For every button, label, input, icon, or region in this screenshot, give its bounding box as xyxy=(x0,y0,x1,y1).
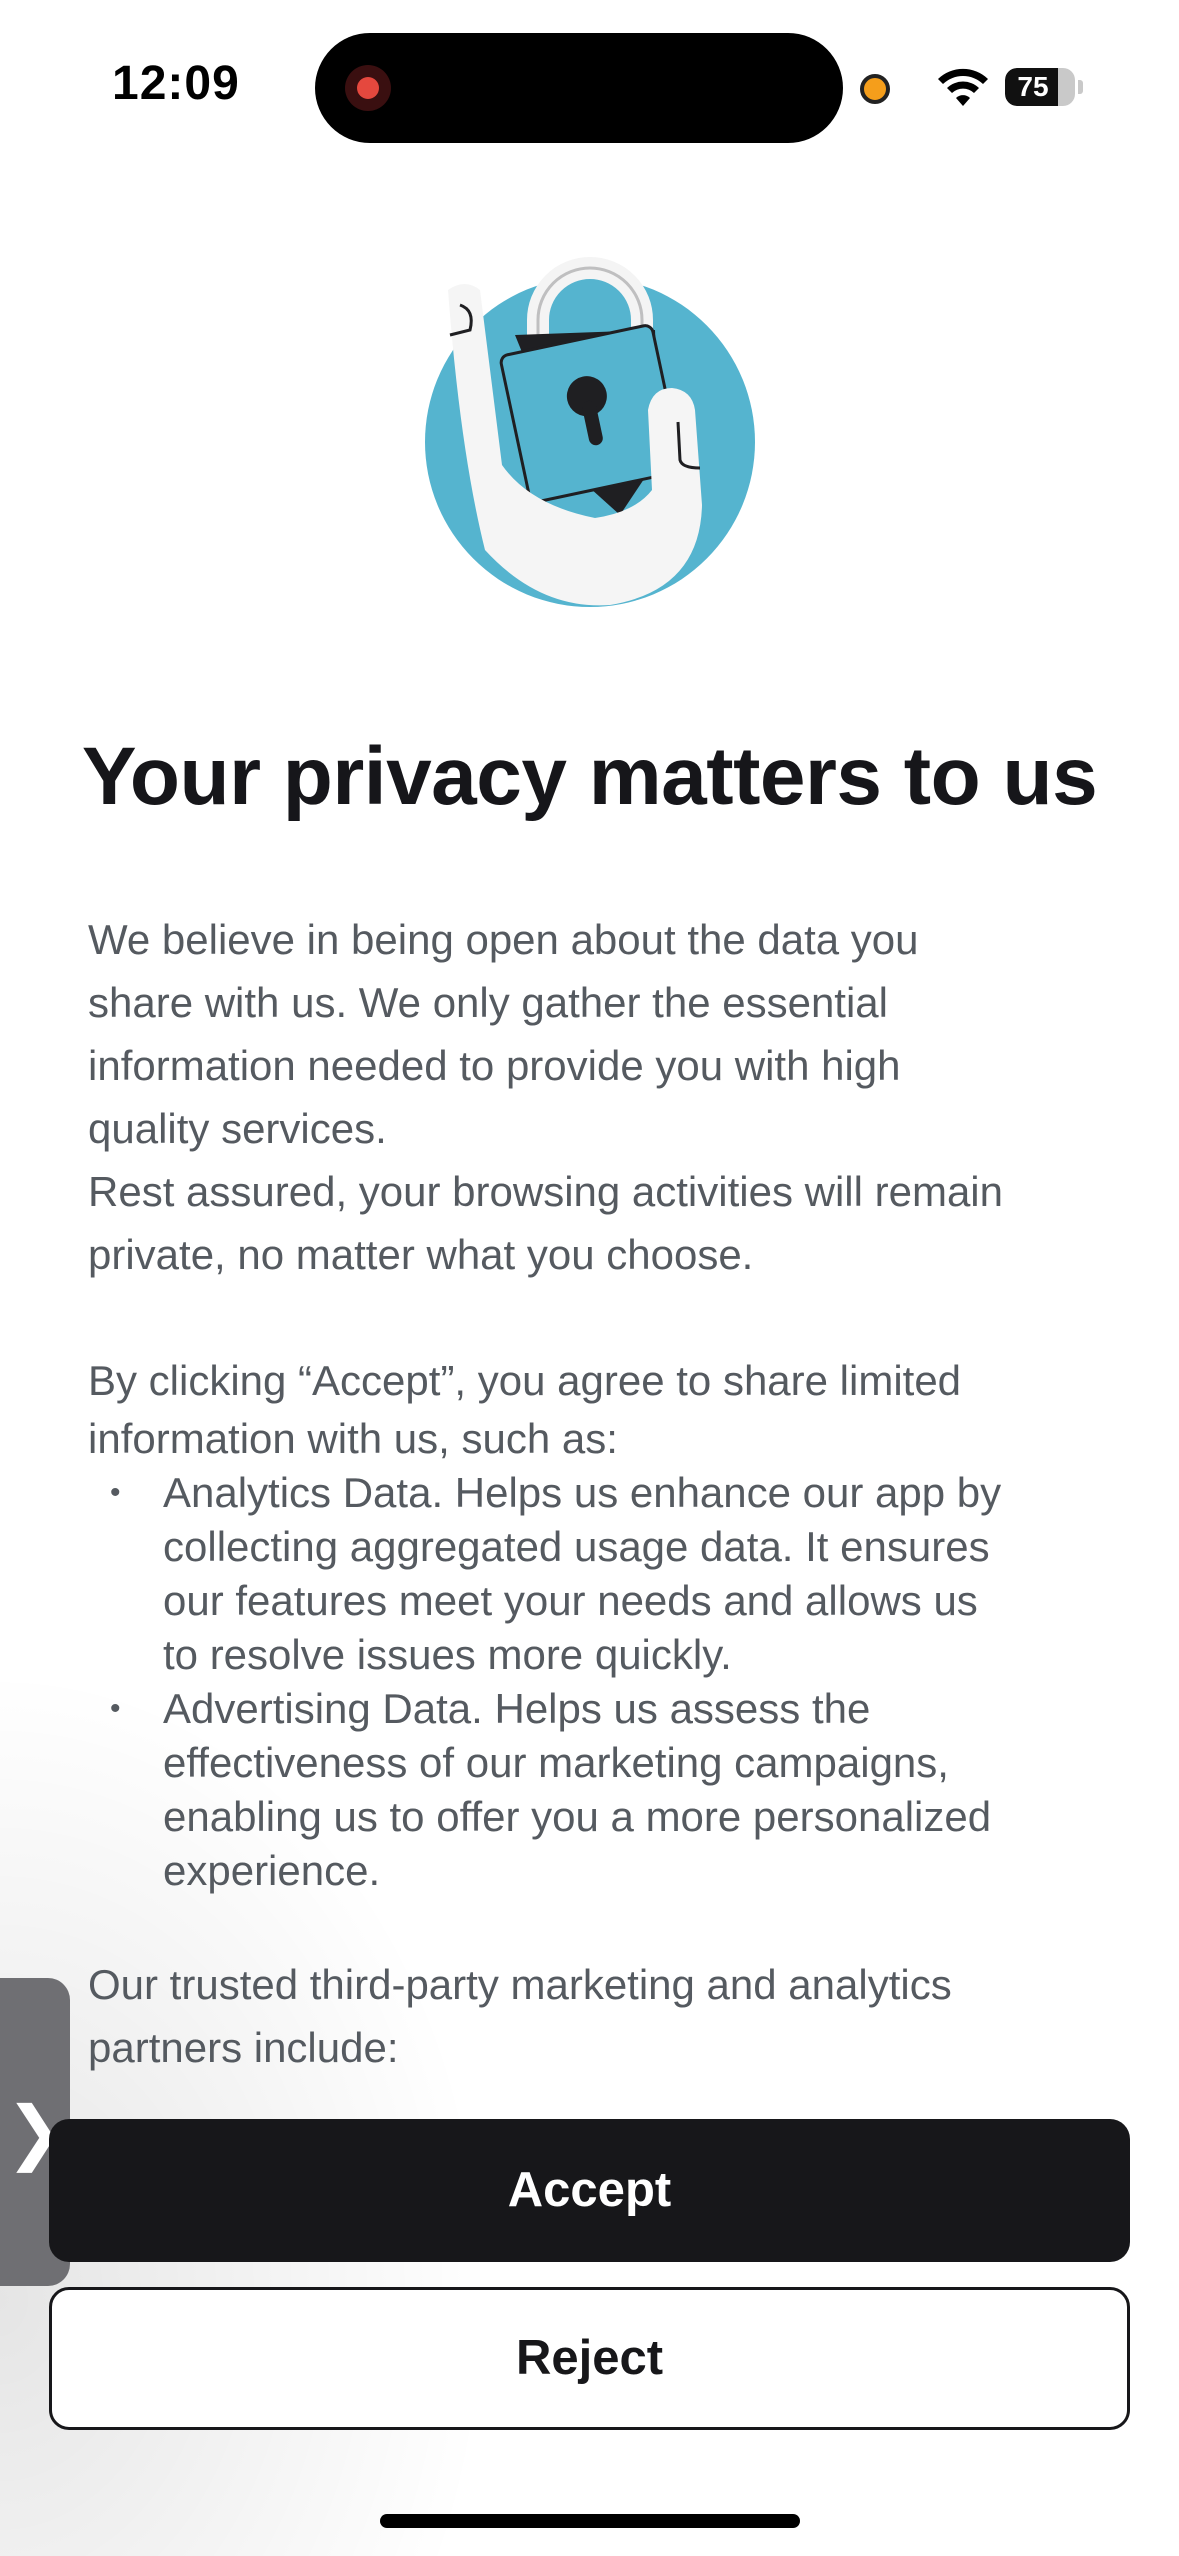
intro-line: share with us. We only gather the essent… xyxy=(88,979,888,1026)
home-indicator xyxy=(380,2514,800,2528)
intro-line: Rest assured, your browsing activities w… xyxy=(88,1168,1003,1215)
consent-line: By clicking “Accept”, you agree to share… xyxy=(88,1357,962,1404)
wifi-icon xyxy=(938,68,988,106)
partners-line: partners include: xyxy=(88,2024,399,2071)
partners-line: Our trusted third-party marketing and an… xyxy=(88,1961,952,2008)
consent-line: information with us, such as: xyxy=(88,1415,618,1462)
intro-paragraph: We believe in being open about the data … xyxy=(88,908,1098,1286)
reject-button[interactable]: Reject xyxy=(49,2287,1130,2430)
bullet-line: experience. xyxy=(163,1847,381,1894)
list-item-analytics-data: • Analytics Data. Helps us enhance our a… xyxy=(88,1466,1098,1682)
battery-icon: 75 xyxy=(1005,68,1083,106)
bullet-line: effectiveness of our marketing campaigns… xyxy=(163,1739,949,1786)
intro-line: quality services. xyxy=(88,1105,387,1152)
data-types-list: • Analytics Data. Helps us enhance our a… xyxy=(88,1466,1098,1898)
intro-line: information needed to provide you with h… xyxy=(88,1042,901,1089)
bullet-icon: • xyxy=(110,1692,121,1725)
privacy-description: We believe in being open about the data … xyxy=(88,908,1098,2079)
page-title: Your privacy matters to us xyxy=(81,731,1098,822)
bullet-icon: • xyxy=(110,1476,121,1509)
partners-paragraph: Our trusted third-party marketing and an… xyxy=(88,1953,1098,2079)
microphone-indicator-icon xyxy=(860,74,890,104)
intro-line: We believe in being open about the data … xyxy=(88,916,919,963)
hand-holding-padlock-icon xyxy=(425,257,755,607)
bullet-line: to resolve issues more quickly. xyxy=(163,1631,732,1678)
dynamic-island xyxy=(315,33,843,143)
screen-recording-icon xyxy=(345,65,391,111)
status-time: 12:09 xyxy=(112,57,240,110)
battery-level-text: 75 xyxy=(1017,71,1049,102)
bullet-line: our features meet your needs and allows … xyxy=(163,1577,978,1624)
status-bar: 12:09 75 xyxy=(0,0,1179,150)
list-item-advertising-data: • Advertising Data. Helps us assess the … xyxy=(88,1682,1098,1898)
bullet-line: enabling us to offer you a more personal… xyxy=(163,1793,992,1840)
accept-button[interactable]: Accept xyxy=(49,2119,1130,2262)
bullet-line: collecting aggregated usage data. It ens… xyxy=(163,1523,990,1570)
bullet-line: Analytics Data. Helps us enhance our app… xyxy=(163,1469,1002,1516)
consent-paragraph: By clicking “Accept”, you agree to share… xyxy=(88,1349,1098,1898)
intro-line: private, no matter what you choose. xyxy=(88,1231,754,1278)
bullet-line: Advertising Data. Helps us assess the xyxy=(163,1685,871,1732)
